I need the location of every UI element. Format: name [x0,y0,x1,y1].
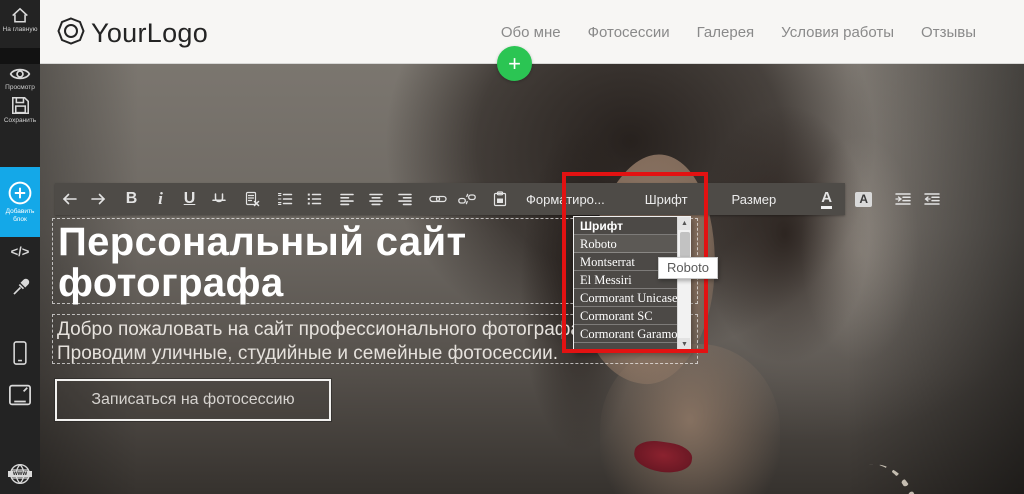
sidebar-item-home[interactable]: На главную [0,6,40,50]
sidebar-save-label: Сохранить [3,117,37,124]
scroll-up-button[interactable]: ▲ [678,217,690,230]
photo-hair-strand [800,134,920,364]
sidebar-home-label: На главную [2,26,38,33]
align-right-button[interactable] [390,183,419,215]
save-icon [11,96,30,115]
redo-button[interactable] [84,183,113,215]
hero-subtitle-line2: Проводим уличные, студийные и семейные ф… [57,342,559,364]
remove-format-button[interactable] [237,183,266,215]
site-header: YourLogo Обо мне Фотосессии Галерея Усло… [40,0,1024,64]
ordered-list-button[interactable] [270,183,299,215]
sidebar-item-mobile-view[interactable] [0,340,40,366]
format-dropdown[interactable]: Форматиро... [514,183,617,215]
photo-neck [600,344,780,494]
font-dropdown[interactable]: Шрифт [621,183,712,215]
smartphone-icon [10,340,30,366]
indent-button[interactable] [888,183,917,215]
globe-www-icon: www [8,462,32,486]
align-left-button[interactable] [332,183,361,215]
tablet-icon [7,382,33,408]
sidebar-add-block-label: Добавить блок [5,207,35,223]
hero-subtitle[interactable]: Добро пожаловать на сайт профессионально… [57,318,586,366]
code-icon: </> [10,244,30,259]
sidebar-item-code[interactable]: </> [0,244,40,259]
home-icon [10,6,30,24]
bold-button[interactable]: B [117,183,146,215]
globe-www-label: www [8,471,32,477]
sidebar-item-add-block[interactable]: Добавить блок [0,167,40,237]
nav-reviews[interactable]: Отзывы [921,24,976,41]
plus-circle-icon [7,180,33,206]
builder-sidebar: На главную Просмотр Сохранить Добавить б… [0,0,40,494]
photo-pearl-necklace-2 [824,459,926,494]
signup-button[interactable]: Записаться на фотосессию [54,378,332,422]
eye-icon [9,66,31,82]
sidebar-divider [0,48,40,64]
text-editor-toolbar: B i U Форматиро... Шрифт Размер A A [55,183,940,215]
font-menu-scrollbar[interactable]: ▲ ▼ [677,217,690,351]
main-nav: Обо мне Фотосессии Галерея Условия работ… [501,0,976,64]
sidebar-item-styles[interactable] [0,278,40,297]
paste-image-button[interactable] [485,183,514,215]
text-color-glyph: A [821,190,833,209]
bullet-list-button[interactable] [299,183,328,215]
font-tooltip: Roboto [658,257,718,279]
size-dropdown[interactable]: Размер [712,183,797,215]
font-option-cormorant-sc[interactable]: Cormorant SC [574,307,678,325]
sidebar-item-publish[interactable]: www [0,462,40,486]
font-option-cormorant-garamond[interactable]: Cormorant Garamond [574,325,678,343]
logo-icon [56,16,86,51]
font-option-clipped[interactable] [574,343,678,351]
hero-title[interactable]: Персональный сайт фотографа [58,221,578,304]
nav-terms[interactable]: Условия работы [781,24,894,41]
text-color-button[interactable]: A [812,183,841,215]
outdent-button[interactable] [917,183,946,215]
font-option-roboto[interactable]: Roboto [574,235,678,253]
underline-button[interactable]: U [175,183,204,215]
align-center-button[interactable] [361,183,390,215]
font-dropdown-menu: Шрифт Roboto Montserrat El Messiri Cormo… [573,216,691,352]
strikethrough-button[interactable] [204,183,233,215]
sidebar-item-preview[interactable]: Просмотр [0,66,40,92]
scroll-down-button[interactable]: ▼ [678,338,690,351]
add-section-button[interactable]: + [497,46,532,81]
logo[interactable]: YourLogo [56,16,208,51]
nav-gallery[interactable]: Галерея [697,24,755,41]
sidebar-item-save[interactable]: Сохранить [0,96,40,125]
nav-about[interactable]: Обо мне [501,24,561,41]
background-color-button[interactable]: A [849,183,878,215]
scrollbar-thumb[interactable] [679,232,690,258]
bg-color-glyph: A [855,191,873,207]
site-builder-window: YourLogo Обо мне Фотосессии Галерея Усло… [0,0,1024,494]
font-option-cormorant-unicase[interactable]: Cormorant Unicase [574,289,678,307]
eyedropper-icon [11,278,30,297]
unlink-button[interactable] [452,183,481,215]
sidebar-item-tablet-view[interactable] [0,382,40,408]
link-button[interactable] [423,183,452,215]
nav-photosessions[interactable]: Фотосессии [588,24,670,41]
font-menu-header: Шрифт [574,217,678,235]
undo-button[interactable] [55,183,84,215]
hero-subtitle-line1: Добро пожаловать на сайт профессионально… [57,319,587,340]
italic-button[interactable]: i [146,183,175,215]
sidebar-preview-label: Просмотр [5,84,35,91]
logo-text: YourLogo [91,18,209,48]
